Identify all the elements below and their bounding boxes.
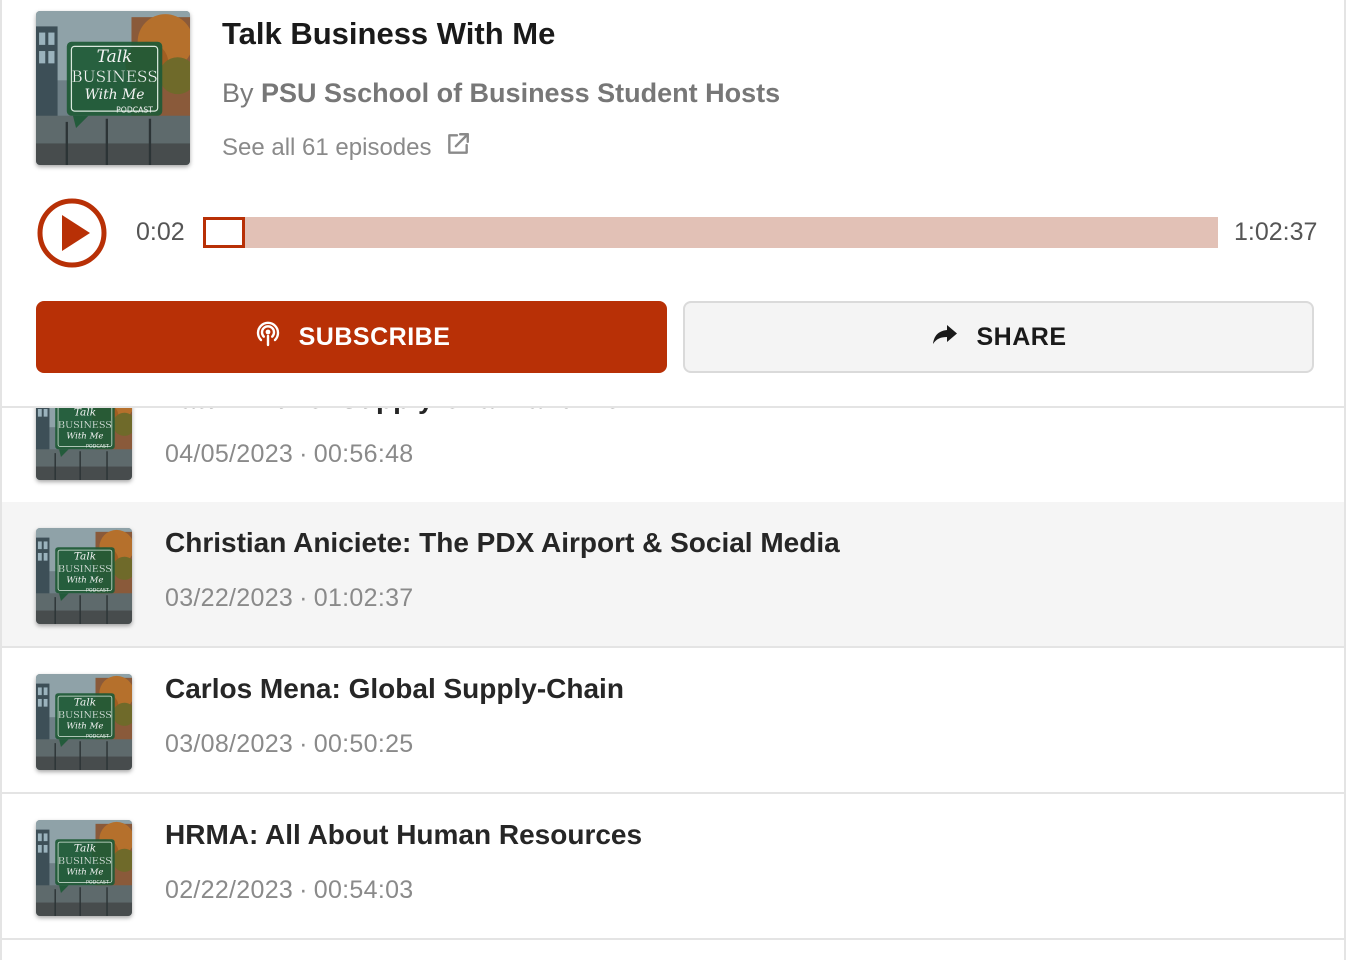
episode-row[interactable]: Talk BUSINESS With Me PODCAST Tatum Duke… xyxy=(2,407,1344,504)
play-button[interactable] xyxy=(36,197,108,269)
podcast-byline: By PSU Sschool of Business Student Hosts xyxy=(222,78,780,109)
subscribe-label: SUBSCRIBE xyxy=(298,322,451,351)
svg-text:PODCAST: PODCAST xyxy=(86,733,109,739)
svg-text:Talk: Talk xyxy=(74,407,96,419)
progress-bar[interactable] xyxy=(203,217,1218,248)
meta-separator: · xyxy=(299,876,308,904)
current-time: 0:02 xyxy=(136,218,185,246)
svg-text:Talk: Talk xyxy=(74,551,96,563)
episode-meta: 03/22/2023 · 01:02:37 xyxy=(165,584,413,613)
svg-text:BUSINESS: BUSINESS xyxy=(58,856,112,867)
episode-meta: 03/08/2023 · 00:50:25 xyxy=(165,730,413,759)
episode-meta: 04/05/2023 · 00:56:48 xyxy=(165,440,413,469)
episode-meta: 02/22/2023 · 00:54:03 xyxy=(165,876,413,905)
see-all-episodes-link[interactable]: See all 61 episodes xyxy=(222,131,471,164)
svg-text:PODCAST: PODCAST xyxy=(86,587,109,593)
episode-duration: 00:50:25 xyxy=(313,730,414,758)
episode-title: Tatum Duke: Supply Chain and Be xyxy=(165,408,620,415)
episode-duration: 00:56:48 xyxy=(313,440,414,468)
episode-row[interactable]: Talk BUSINESS With Me PODCAST HRMA: All … xyxy=(2,794,1344,940)
svg-text:With Me: With Me xyxy=(66,576,103,586)
svg-text:Talk: Talk xyxy=(97,46,133,66)
share-arrow-icon xyxy=(930,319,960,356)
episode-list: Talk BUSINESS With Me PODCAST Tatum Duke… xyxy=(2,406,1344,960)
podcast-cover-art: Talk BUSINESS With Me PODCAST xyxy=(36,11,190,165)
svg-text:Talk: Talk xyxy=(74,697,96,709)
share-label: SHARE xyxy=(976,322,1067,351)
share-button[interactable]: SHARE xyxy=(683,301,1314,373)
svg-text:With Me: With Me xyxy=(85,87,145,103)
episode-thumbnail: Talk BUSINESS With Me PODCAST xyxy=(36,820,132,916)
svg-text:BUSINESS: BUSINESS xyxy=(58,420,112,431)
meta-separator: · xyxy=(299,584,308,612)
see-all-label: See all 61 episodes xyxy=(222,133,432,161)
byline-prefix: By xyxy=(222,78,254,108)
episode-date: 02/22/2023 xyxy=(165,876,294,904)
episode-date: 03/22/2023 xyxy=(165,584,294,612)
episode-thumbnail: Talk BUSINESS With Me PODCAST xyxy=(36,528,132,624)
episode-thumbnail: Talk BUSINESS With Me PODCAST xyxy=(36,407,132,480)
external-link-icon xyxy=(445,131,471,164)
meta-separator: · xyxy=(299,440,308,468)
subscribe-button[interactable]: SUBSCRIBE xyxy=(36,301,667,373)
episode-row[interactable]: Talk BUSINESS With Me PODCAST Christian … xyxy=(2,502,1344,648)
svg-text:With Me: With Me xyxy=(66,432,103,442)
episode-title: HRMA: All About Human Resources xyxy=(165,819,643,850)
play-icon xyxy=(37,198,107,268)
svg-text:With Me: With Me xyxy=(66,722,103,732)
podcast-title: Talk Business With Me xyxy=(222,16,556,51)
episode-title: Christian Aniciete: The PDX Airport & So… xyxy=(165,527,840,558)
episode-title: Carlos Mena: Global Supply-Chain xyxy=(165,673,624,704)
svg-text:BUSINESS: BUSINESS xyxy=(71,68,157,86)
podcast-host: PSU Sschool of Business Student Hosts xyxy=(261,78,781,108)
progress-handle[interactable] xyxy=(203,217,245,248)
svg-text:PODCAST: PODCAST xyxy=(116,106,153,115)
svg-text:With Me: With Me xyxy=(66,868,103,878)
svg-text:PODCAST: PODCAST xyxy=(86,879,109,885)
podcast-player-widget: Talk BUSINESS With Me PODCAST Talk Busin… xyxy=(0,0,1346,960)
meta-separator: · xyxy=(299,730,308,758)
podcast-icon xyxy=(253,319,283,356)
episode-duration: 00:54:03 xyxy=(313,876,414,904)
svg-text:Talk: Talk xyxy=(74,843,96,855)
svg-text:PODCAST: PODCAST xyxy=(86,443,109,449)
episode-thumbnail: Talk BUSINESS With Me PODCAST xyxy=(36,674,132,770)
episode-date: 04/05/2023 xyxy=(165,440,294,468)
total-time: 1:02:37 xyxy=(1234,218,1318,246)
episode-date: 03/08/2023 xyxy=(165,730,294,758)
episode-duration: 01:02:37 xyxy=(313,584,414,612)
episode-row[interactable]: Talk BUSINESS With Me PODCAST Carlos Men… xyxy=(2,648,1344,794)
svg-text:BUSINESS: BUSINESS xyxy=(58,710,112,721)
svg-text:BUSINESS: BUSINESS xyxy=(58,564,112,575)
